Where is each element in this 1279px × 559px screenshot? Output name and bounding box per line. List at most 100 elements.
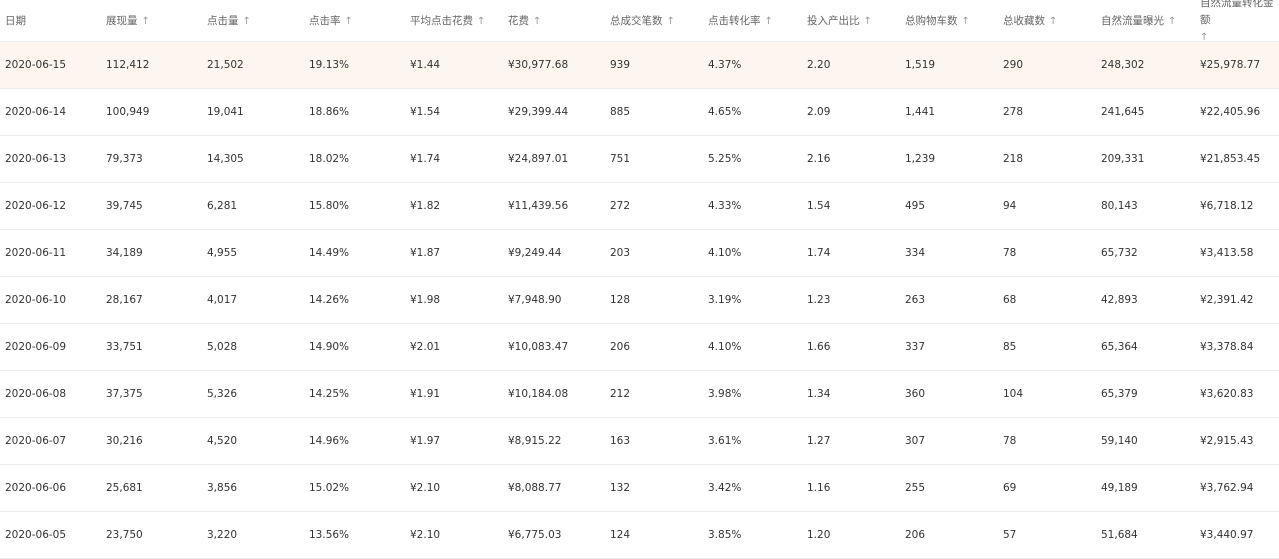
table-row[interactable]: 2020-06-05 23,750 3,220 13.56% ¥2.10 ¥6,775.0…	[0, 512, 1279, 559]
column-header-label: 投入产出比	[807, 15, 860, 27]
column-header-total-favorites[interactable]: 总收藏数 ↑	[998, 13, 1096, 28]
sort-arrow-icon[interactable]: ↑	[962, 16, 970, 27]
cell-ctr: 15.80%	[309, 200, 350, 212]
cell-organic-exposure: 42,893	[1101, 294, 1138, 306]
cell-clicks: 19,041	[207, 106, 244, 118]
cell-total-cart-adds: 1,519	[905, 59, 936, 71]
cell-total-cart-adds: 334	[905, 247, 926, 259]
sort-arrow-icon[interactable]: ↑	[864, 16, 872, 27]
cell-spend: ¥8,915.22	[508, 435, 562, 447]
cell-ctr: 14.49%	[309, 247, 350, 259]
column-header-label: 总成交笔数	[610, 15, 663, 27]
cell-date: 2020-06-15	[5, 59, 67, 71]
cell-total-favorites: 78	[1003, 435, 1017, 447]
cell-organic-conversion-amount: ¥22,405.96	[1200, 106, 1261, 118]
column-header-date: 日期	[0, 13, 101, 28]
cell-conversion-rate: 3.61%	[708, 435, 742, 447]
column-header-clicks[interactable]: 点击量 ↑	[202, 13, 304, 28]
cell-spend: ¥7,948.90	[508, 294, 562, 306]
cell-impressions: 112,412	[106, 59, 150, 71]
column-header-avg-cpc[interactable]: 平均点击花费 ↑	[405, 13, 503, 28]
cell-organic-conversion-amount: ¥25,978.77	[1200, 59, 1261, 71]
cell-organic-exposure: 59,140	[1101, 435, 1138, 447]
cell-organic-exposure: 209,331	[1101, 153, 1145, 165]
cell-avg-cpc: ¥1.54	[410, 106, 441, 118]
table-row[interactable]: 2020-06-07 30,216 4,520 14.96% ¥1.97 ¥8,915.2…	[0, 418, 1279, 465]
column-header-label: 自然流量曝光	[1101, 15, 1164, 27]
cell-clicks: 4,520	[207, 435, 238, 447]
cell-spend: ¥6,775.03	[508, 529, 562, 541]
cell-avg-cpc: ¥1.91	[410, 388, 441, 400]
cell-impressions: 37,375	[106, 388, 143, 400]
cell-avg-cpc: ¥2.01	[410, 341, 441, 353]
cell-organic-conversion-amount: ¥3,762.94	[1200, 482, 1254, 494]
cell-roi: 1.66	[807, 341, 831, 353]
cell-conversion-rate: 3.19%	[708, 294, 742, 306]
cell-ctr: 18.02%	[309, 153, 350, 165]
cell-organic-conversion-amount: ¥3,440.97	[1200, 529, 1254, 541]
column-header-organic-conversion-amount[interactable]: 自然流量转化金额 ↑	[1195, 0, 1279, 46]
cell-clicks: 5,326	[207, 388, 238, 400]
sort-arrow-icon[interactable]: ↑	[765, 16, 773, 27]
sort-arrow-icon[interactable]: ↑	[477, 16, 485, 27]
cell-total-favorites: 104	[1003, 388, 1024, 400]
cell-total-favorites: 85	[1003, 341, 1017, 353]
column-header-spend[interactable]: 花费 ↑	[503, 13, 605, 28]
column-header-impressions[interactable]: 展现量 ↑	[101, 13, 202, 28]
column-header-label: 点击量	[207, 15, 239, 27]
cell-total-orders: 128	[610, 294, 631, 306]
cell-total-favorites: 278	[1003, 106, 1024, 118]
table-row[interactable]: 2020-06-13 79,373 14,305 18.02% ¥1.74 ¥24,897…	[0, 136, 1279, 183]
column-header-conversion-rate[interactable]: 点击转化率 ↑	[703, 13, 802, 28]
cell-date: 2020-06-14	[5, 106, 67, 118]
cell-organic-exposure: 49,189	[1101, 482, 1138, 494]
cell-ctr: 15.02%	[309, 482, 350, 494]
sort-arrow-icon[interactable]: ↑	[1049, 16, 1057, 27]
column-header-label: 平均点击花费	[410, 15, 473, 27]
sort-arrow-icon[interactable]: ↑	[142, 16, 150, 27]
column-header-roi[interactable]: 投入产出比 ↑	[802, 13, 900, 28]
cell-organic-conversion-amount: ¥21,853.45	[1200, 153, 1261, 165]
cell-organic-exposure: 248,302	[1101, 59, 1145, 71]
sort-arrow-icon[interactable]: ↑	[1200, 32, 1208, 43]
cell-total-favorites: 69	[1003, 482, 1017, 494]
cell-organic-exposure: 241,645	[1101, 106, 1145, 118]
cell-ctr: 19.13%	[309, 59, 350, 71]
sort-arrow-icon[interactable]: ↑	[667, 16, 675, 27]
cell-spend: ¥24,897.01	[508, 153, 569, 165]
table-row[interactable]: 2020-06-06 25,681 3,856 15.02% ¥2.10 ¥8,088.7…	[0, 465, 1279, 512]
cell-organic-conversion-amount: ¥3,413.58	[1200, 247, 1254, 259]
column-header-label: 总购物车数	[905, 15, 958, 27]
cell-roi: 1.74	[807, 247, 831, 259]
column-header-ctr[interactable]: 点击率 ↑	[304, 13, 405, 28]
sort-arrow-icon[interactable]: ↑	[533, 16, 541, 27]
cell-clicks: 5,028	[207, 341, 238, 353]
column-header-total-cart-adds[interactable]: 总购物车数 ↑	[900, 13, 998, 28]
table-row[interactable]: 2020-06-08 37,375 5,326 14.25% ¥1.91 ¥10,184.…	[0, 371, 1279, 418]
table-row[interactable]: 2020-06-12 39,745 6,281 15.80% ¥1.82 ¥11,439.…	[0, 183, 1279, 230]
cell-date: 2020-06-09	[5, 341, 67, 353]
cell-impressions: 39,745	[106, 200, 143, 212]
column-header-organic-exposure[interactable]: 自然流量曝光 ↑	[1096, 13, 1195, 28]
cell-organic-conversion-amount: ¥3,620.83	[1200, 388, 1254, 400]
sort-arrow-icon[interactable]: ↑	[243, 16, 251, 27]
column-header-label: 花费	[508, 15, 529, 27]
table-row[interactable]: 2020-06-15 112,412 21,502 19.13% ¥1.44 ¥30,97…	[0, 42, 1279, 89]
sort-arrow-icon[interactable]: ↑	[345, 16, 353, 27]
column-header-total-orders[interactable]: 总成交笔数 ↑	[605, 13, 703, 28]
cell-spend: ¥10,083.47	[508, 341, 569, 353]
cell-ctr: 14.96%	[309, 435, 350, 447]
cell-ctr: 13.56%	[309, 529, 350, 541]
table-row[interactable]: 2020-06-14 100,949 19,041 18.86% ¥1.54 ¥29,39…	[0, 89, 1279, 136]
sort-arrow-icon[interactable]: ↑	[1168, 16, 1176, 27]
cell-total-orders: 203	[610, 247, 631, 259]
table-row[interactable]: 2020-06-11 34,189 4,955 14.49% ¥1.87 ¥9,249.4…	[0, 230, 1279, 277]
cell-roi: 1.54	[807, 200, 831, 212]
cell-total-orders: 124	[610, 529, 631, 541]
cell-conversion-rate: 3.42%	[708, 482, 742, 494]
cell-total-cart-adds: 255	[905, 482, 926, 494]
table-row[interactable]: 2020-06-10 28,167 4,017 14.26% ¥1.98 ¥7,948.9…	[0, 277, 1279, 324]
cell-ctr: 14.26%	[309, 294, 350, 306]
cell-clicks: 3,856	[207, 482, 238, 494]
table-row[interactable]: 2020-06-09 33,751 5,028 14.90% ¥2.01 ¥10,083.…	[0, 324, 1279, 371]
